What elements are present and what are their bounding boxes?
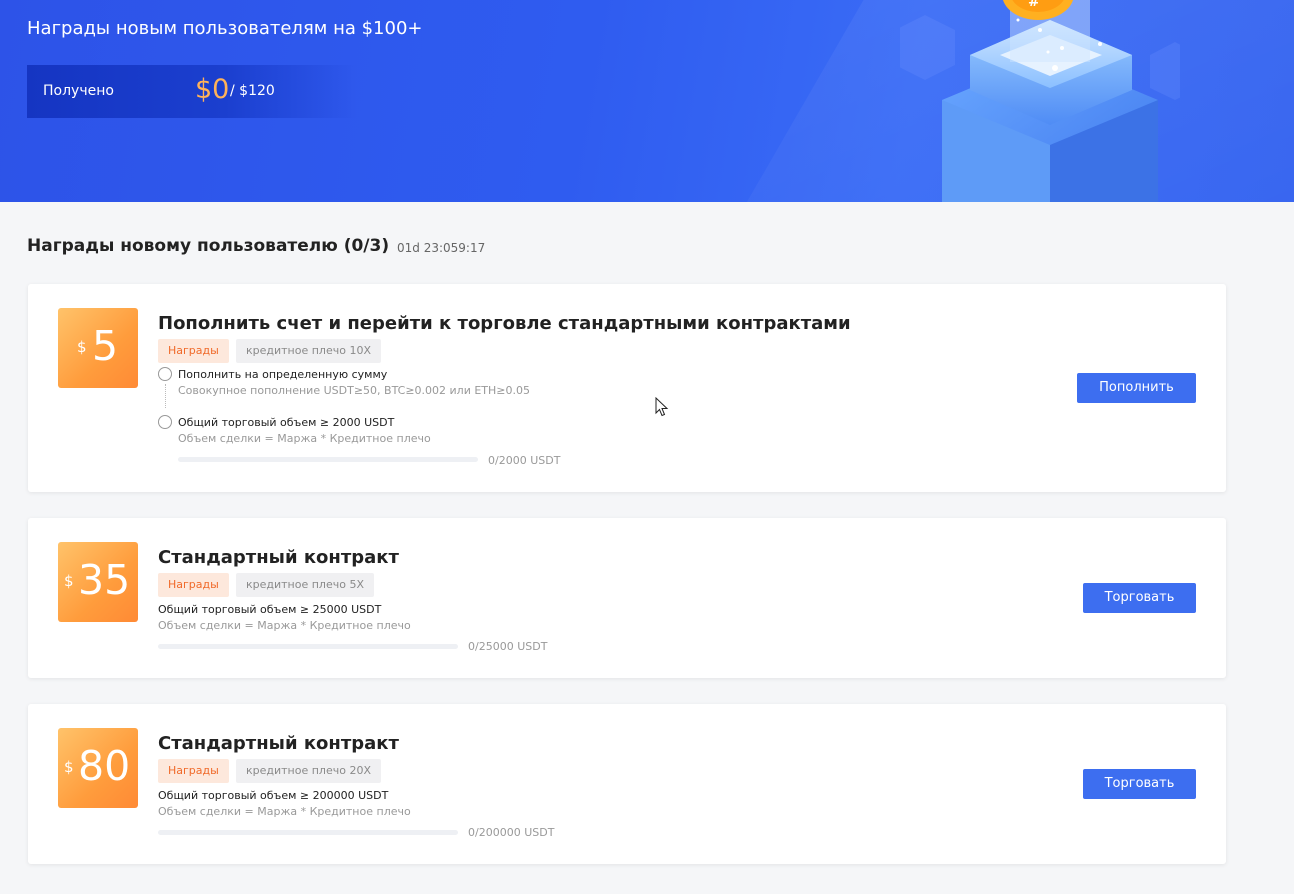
received-label: Получено [43,83,114,99]
trade-button[interactable]: Торговать [1083,583,1196,613]
received-summary: Получено $0 / $120 [27,65,357,118]
condition-connector [165,384,166,408]
task-card-contract-35: $ 35 Стандартный контракт Награды кредит… [28,518,1226,678]
deposit-button[interactable]: Пополнить [1077,373,1196,403]
task-title: Пополнить счет и перейти к торговле стан… [158,313,851,334]
reward-badge: $ 80 [58,728,138,808]
condition-subtext: Совокупное пополнение USDT≥50, BTC≥0.002… [178,384,531,397]
section-title: Награды новому пользователю (0/3) [27,236,390,256]
progress-bar [158,830,458,835]
condition-check-circle [158,367,172,381]
leverage-tag: кредитное плечо 5X [236,573,374,597]
reward-badge: $ 5 [58,308,138,388]
condition-text: Общий торговый объем ≥ 200000 USDT [158,789,389,802]
task-card-deposit: $ 5 Пополнить счет и перейти к торговле … [28,284,1226,492]
condition-check-circle [158,415,172,429]
leverage-tag: кредитное плечо 10X [236,339,381,363]
reward-tag: Награды [158,759,229,783]
reward-amount: 5 [92,322,119,370]
condition-subtext: Объем сделки = Маржа * Кредитное плечо [158,619,411,632]
countdown-timer: 01d 23:059:17 [397,241,486,255]
condition-text: Общий торговый объем ≥ 2000 USDT [178,416,395,429]
leverage-tag: кредитное плечо 20X [236,759,381,783]
currency-symbol: $ [77,338,87,356]
reward-tag: Награды [158,339,229,363]
progress-text: 0/25000 USDT [468,640,548,653]
reward-amount: 80 [78,742,131,790]
reward-badge: $ 35 [58,542,138,622]
progress-bar [178,457,478,462]
currency-symbol: $ [64,572,74,590]
condition-text: Пополнить на определенную сумму [178,368,388,381]
condition-text: Общий торговый объем ≥ 25000 USDT [158,603,382,616]
reward-amount: 35 [78,556,131,604]
task-title: Стандартный контракт [158,733,399,754]
condition-subtext: Объем сделки = Маржа * Кредитное плечо [158,805,411,818]
svg-text:#: # [1028,0,1040,10]
banner-title: Награды новым пользователям на $100+ [27,18,423,39]
progress-text: 0/2000 USDT [488,454,561,467]
reward-tag: Награды [158,573,229,597]
currency-symbol: $ [64,758,74,776]
crypto-vault-illustration: # [895,0,1200,202]
task-title: Стандартный контракт [158,547,399,568]
hero-banner: Награды новым пользователям на $100+ Пол… [0,0,1294,202]
task-card-contract-80: $ 80 Стандартный контракт Награды кредит… [28,704,1226,864]
received-total: / $120 [230,83,275,99]
progress-text: 0/200000 USDT [468,826,555,839]
mouse-cursor-icon [655,397,669,417]
received-amount: $0 [195,74,230,105]
progress-bar [158,644,458,649]
trade-button[interactable]: Торговать [1083,769,1196,799]
condition-subtext: Объем сделки = Маржа * Кредитное плечо [178,432,431,445]
